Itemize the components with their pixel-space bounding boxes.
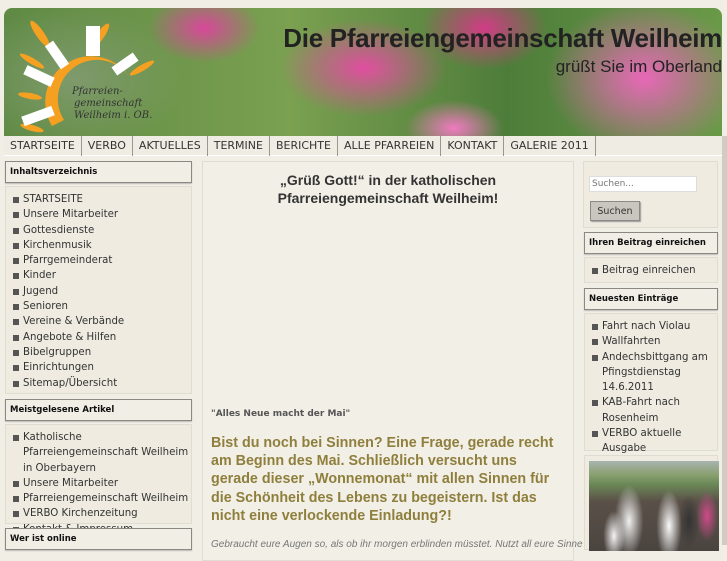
nav-galerie-2011[interactable]: GALERIE 2011 [504, 136, 596, 156]
nav-startseite[interactable]: STARTSEITE [4, 136, 82, 156]
nav-alle-pfarreien[interactable]: ALLE PFARREIEN [338, 136, 442, 156]
latest-item[interactable]: VERBO aktuelle Ausgabe [592, 426, 713, 457]
nav-aktuelles[interactable]: AKTUELLES [133, 136, 208, 156]
toc-item[interactable]: Vereine & Verbände [13, 314, 191, 329]
latest-item[interactable]: KAB-Fahrt nach Rosenheim [592, 395, 713, 426]
gallery-photo[interactable] [589, 461, 719, 551]
toc-item[interactable]: Einrichtungen [13, 360, 191, 375]
parish-logo[interactable]: Pfarreien- gemeinschaft Weilheim i. OB. [12, 16, 162, 136]
article-quote: "Alles Neue macht der Mai" [211, 409, 351, 419]
latest-menu: Fahrt nach Violau Wallfahrten Andechsbit… [584, 313, 718, 454]
popular-item[interactable]: Pfarreiengemeinschaft Weilheim [13, 491, 191, 506]
nav-termine[interactable]: TERMINE [208, 136, 270, 156]
main-article: „Grüß Gott!“ in der katholischen Pfarrei… [202, 161, 583, 561]
svg-text:Pfarreien-: Pfarreien- [71, 86, 123, 97]
latest-item[interactable]: Fahrt nach Violau [592, 319, 713, 334]
toc-item[interactable]: STARTSEITE [13, 192, 191, 207]
submit-heading: Ihren Beitrag einreichen [584, 232, 718, 254]
article-title-line: „Grüß Gott!“ in der katholischen [279, 172, 497, 188]
toc-heading: Inhaltsverzeichnis [5, 161, 192, 183]
svg-text:Weilheim i. OB.: Weilheim i. OB. [74, 110, 152, 121]
nav-berichte[interactable]: BERICHTE [270, 136, 338, 156]
popular-heading: Meistgelesene Artikel [5, 399, 192, 421]
submit-item[interactable]: Beitrag einreichen [592, 263, 717, 278]
toc-item[interactable]: Kirchenmusik [13, 238, 191, 253]
latest-heading: Neuesten Einträge [584, 288, 718, 310]
site-subtitle: grüßt Sie im Oberland [555, 57, 722, 76]
toc-item[interactable]: Unsere Mitarbeiter [13, 207, 191, 222]
toc-item[interactable]: Jugend [13, 284, 191, 299]
toc-item[interactable]: Sitemap/Übersicht [13, 376, 191, 391]
toc-item[interactable]: Senioren [13, 299, 191, 314]
toc-item[interactable]: Kinder [13, 268, 191, 283]
article-title-line: Pfarreiengemeinschaft Weilheim! [277, 190, 499, 206]
popular-menu: Katholische Pfarreiengemeinschaft Weilhe… [5, 424, 192, 535]
toc-item[interactable]: Gottesdienste [13, 223, 191, 238]
online-heading: Wer ist online [5, 528, 192, 550]
header-banner: Pfarreien- gemeinschaft Weilheim i. OB. … [4, 8, 722, 136]
latest-item[interactable]: Andechsbittgang am Pfingstdienstag 14.6.… [592, 350, 713, 396]
article-title: „Grüß Gott!“ in der katholischen Pfarrei… [203, 171, 573, 207]
search-input[interactable] [589, 176, 697, 192]
scrollbar[interactable] [722, 136, 727, 545]
popular-item[interactable]: VERBO Kirchenzeitung [13, 506, 191, 521]
gallery-module [584, 455, 719, 551]
nav-kontakt[interactable]: KONTAKT [441, 136, 505, 156]
site-title: Die Pfarreiengemeinschaft Weilheim [283, 23, 722, 53]
article-lead: Bist du noch bei Sinnen? Eine Frage, ger… [211, 435, 554, 524]
submit-menu: Beitrag einreichen [584, 257, 718, 283]
svg-text:gemeinschaft: gemeinschaft [74, 98, 143, 109]
main-nav: STARTSEITE VERBO AKTUELLES TERMINE BERIC… [4, 136, 722, 156]
toc-item[interactable]: Pfarrgemeinderat [13, 253, 191, 268]
search-button[interactable]: Suchen [590, 201, 640, 221]
popular-item[interactable]: Katholische Pfarreiengemeinschaft Weilhe… [13, 430, 191, 476]
popular-item[interactable]: Unsere Mitarbeiter [13, 476, 191, 491]
toc-item[interactable]: Bibelgruppen [13, 345, 191, 360]
search-module: Suchen [583, 161, 718, 228]
toc-menu: STARTSEITE Unsere Mitarbeiter Gottesdien… [5, 186, 192, 394]
latest-item[interactable]: Wallfahrten [592, 334, 713, 349]
toc-item[interactable]: Angebote & Hilfen [13, 330, 191, 345]
nav-verbo[interactable]: VERBO [82, 136, 133, 156]
